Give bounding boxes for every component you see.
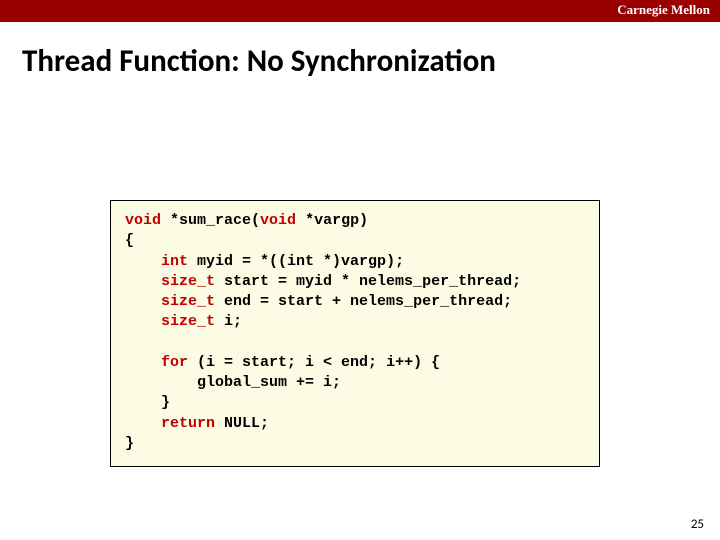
- code-text: global_sum += i;: [197, 374, 341, 391]
- slide: Carnegie Mellon Thread Function: No Sync…: [0, 0, 720, 540]
- keyword-sizet: size_t: [161, 313, 215, 330]
- code-text: start = myid * nelems_per_thread;: [215, 273, 521, 290]
- slide-title: Thread Function: No Synchronization: [22, 42, 496, 80]
- header-bar: Carnegie Mellon: [0, 0, 720, 22]
- code-text: }: [161, 394, 170, 411]
- keyword-int: int: [161, 253, 188, 270]
- code-indent: [125, 313, 161, 330]
- code-indent: [125, 293, 161, 310]
- code-indent: [125, 374, 197, 391]
- code-indent: [125, 253, 161, 270]
- page-number: 25: [691, 517, 704, 532]
- keyword-sizet: size_t: [161, 273, 215, 290]
- code-text: NULL;: [215, 415, 269, 432]
- code-indent: [125, 394, 161, 411]
- code-text: {: [125, 232, 134, 249]
- code-text: myid = *((int *)vargp);: [188, 253, 404, 270]
- code-text: }: [125, 435, 134, 452]
- keyword-sizet: size_t: [161, 293, 215, 310]
- keyword-void: void: [125, 212, 161, 229]
- code-indent: [125, 354, 161, 371]
- brand-text: Carnegie Mellon: [617, 2, 710, 18]
- code-indent: [125, 273, 161, 290]
- code-text: end = start + nelems_per_thread;: [215, 293, 512, 310]
- keyword-for: for: [161, 354, 188, 371]
- code-text: (i = start; i < end; i++) {: [188, 354, 440, 371]
- code-block: void *sum_race(void *vargp) { int myid =…: [110, 200, 600, 467]
- code-text: i;: [215, 313, 242, 330]
- code-text: *sum_race(: [161, 212, 260, 229]
- code-indent: [125, 415, 161, 432]
- keyword-void: void: [260, 212, 296, 229]
- code-text: *vargp): [296, 212, 368, 229]
- keyword-return: return: [161, 415, 215, 432]
